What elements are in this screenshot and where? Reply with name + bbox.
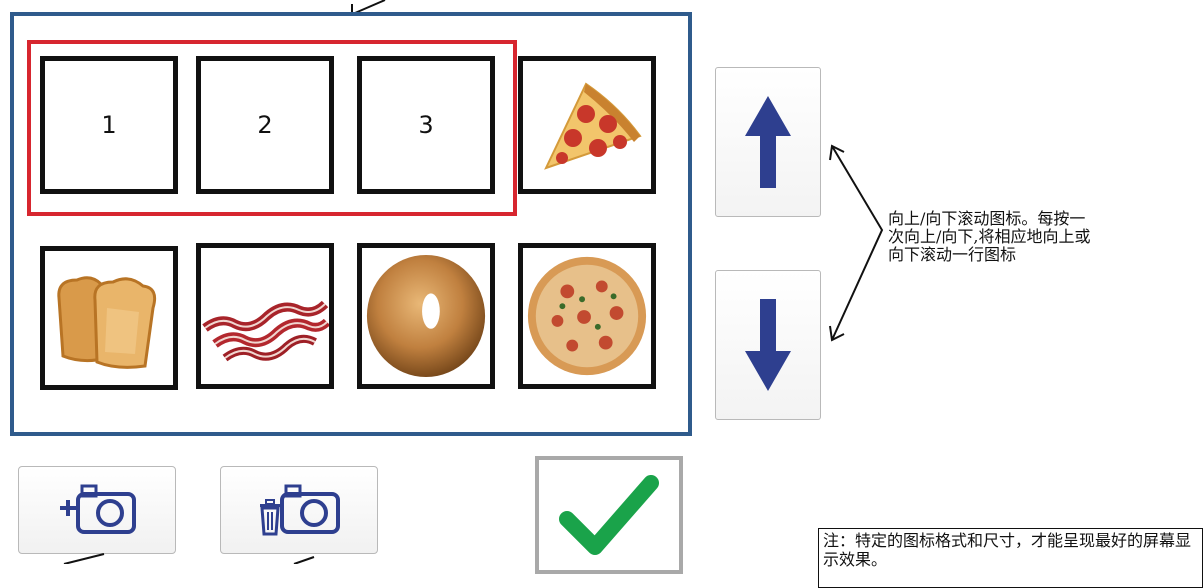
annotation-line: 向上/向下滚动图标。每按一 bbox=[888, 209, 1086, 228]
annotation-line: 向下滚动一行图标 bbox=[888, 245, 1017, 264]
bagel-icon bbox=[366, 254, 486, 378]
checkmark-icon bbox=[559, 475, 659, 555]
arrow-down-icon bbox=[745, 299, 791, 391]
pointer-arrow-icon bbox=[293, 556, 315, 564]
annotation-line: 次向上/向下,将相应地向上或 bbox=[888, 227, 1091, 246]
note-box: 注：特定的图标格式和尺寸，才能呈现最好的屏幕显示效果。 bbox=[818, 528, 1203, 588]
scroll-annotation: 向上/向下滚动图标。每按一 次向上/向下,将相应地向上或 向下滚动一行图标 bbox=[888, 210, 1090, 264]
confirm-button[interactable] bbox=[535, 456, 683, 574]
tile-pizza[interactable] bbox=[518, 243, 656, 389]
tile-bagel[interactable] bbox=[357, 243, 495, 389]
add-photo-icon bbox=[60, 484, 136, 534]
pizza-slice-icon bbox=[528, 66, 646, 184]
bacon-icon bbox=[202, 300, 329, 362]
note-text: 注：特定的图标格式和尺寸，才能呈现最好的屏幕显示效果。 bbox=[823, 531, 1192, 569]
tile-pizza-slice[interactable] bbox=[518, 56, 656, 194]
tile-number: 1 bbox=[101, 111, 117, 139]
tile-bacon[interactable] bbox=[196, 243, 334, 389]
tile-toast[interactable] bbox=[40, 246, 178, 390]
scroll-up-button[interactable] bbox=[715, 67, 821, 217]
tile-number: 2 bbox=[257, 111, 273, 139]
tile-2[interactable]: 2 bbox=[196, 56, 334, 194]
tile-1[interactable]: 1 bbox=[40, 56, 178, 194]
pizza-icon bbox=[527, 256, 647, 376]
tile-3[interactable]: 3 bbox=[357, 56, 495, 194]
arrow-up-icon bbox=[745, 96, 791, 188]
delete-photo-icon bbox=[260, 484, 340, 536]
pointer-arrow-icon bbox=[63, 553, 105, 564]
scroll-down-button[interactable] bbox=[715, 270, 821, 420]
toast-icon bbox=[57, 276, 157, 369]
annotation-bracket-icon bbox=[829, 144, 884, 342]
add-photo-button[interactable] bbox=[18, 466, 176, 554]
delete-photo-button[interactable] bbox=[220, 466, 378, 554]
tile-number: 3 bbox=[418, 111, 434, 139]
